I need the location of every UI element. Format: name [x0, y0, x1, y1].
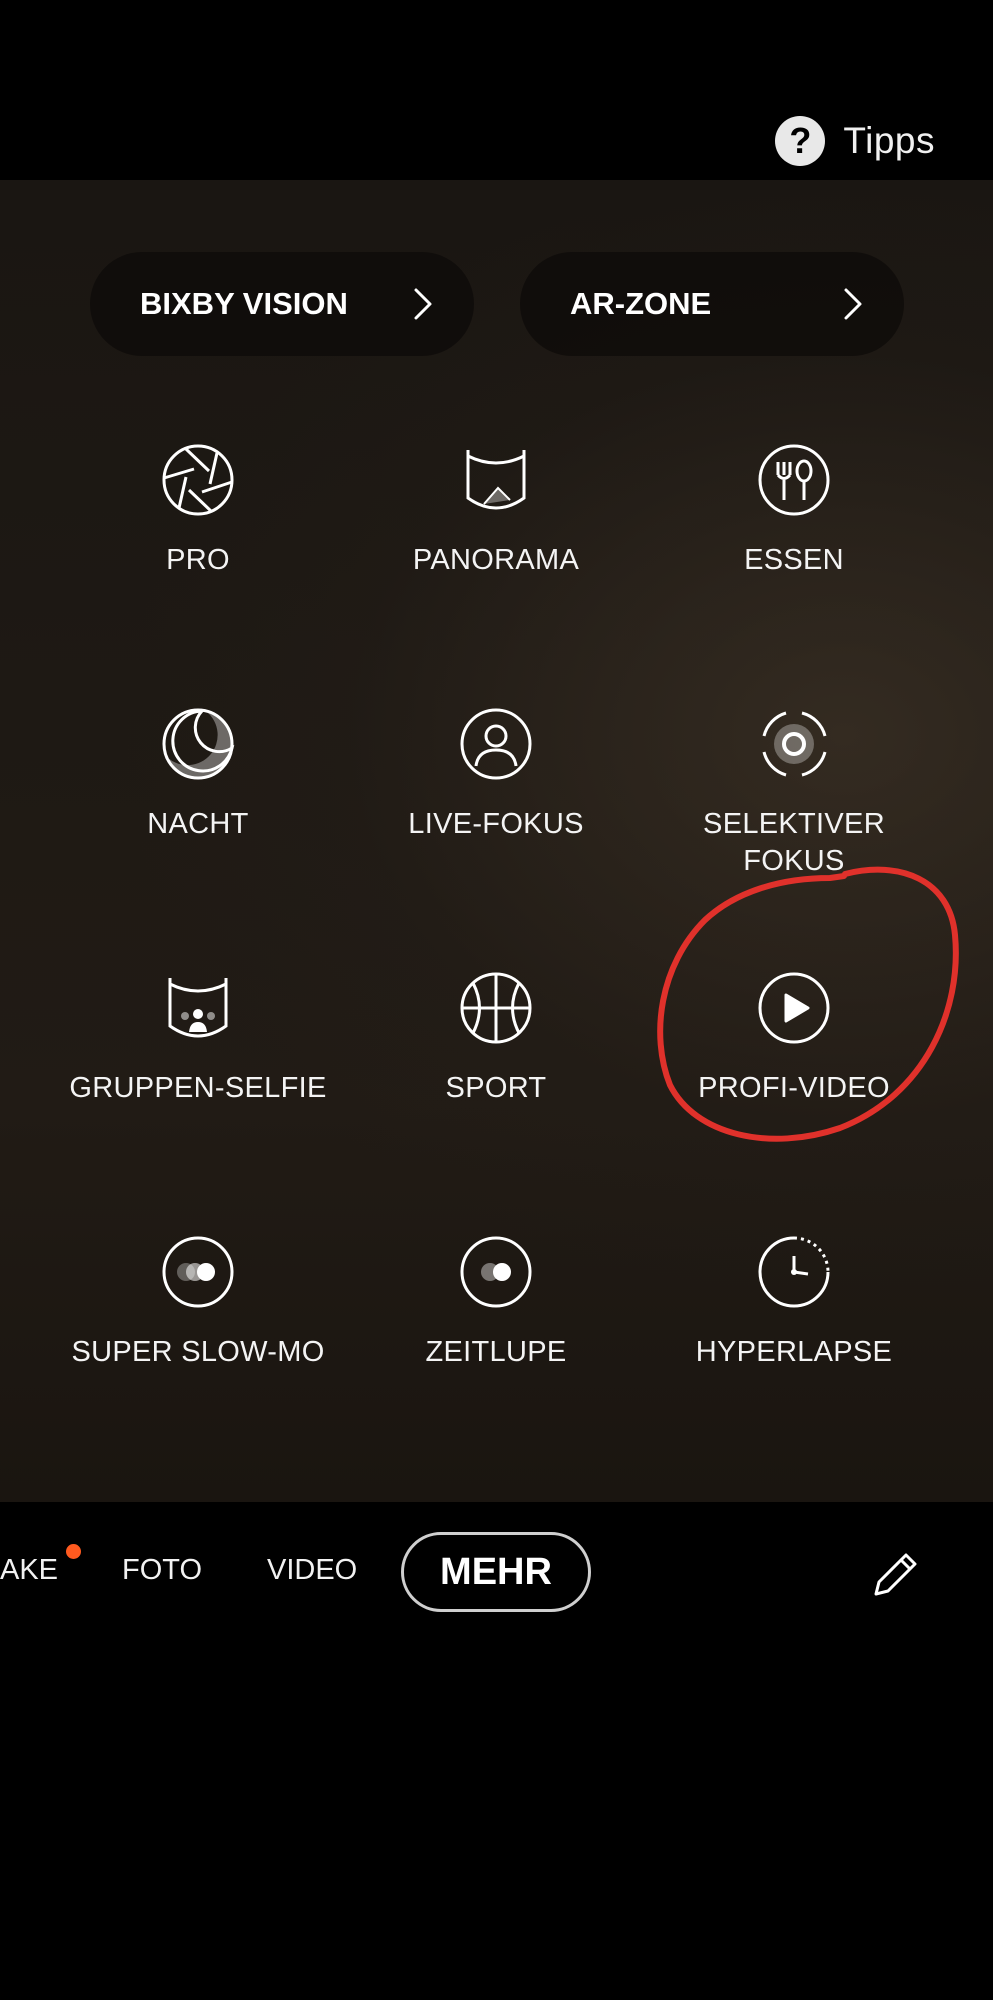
mode-label: SPORT	[445, 1072, 547, 1104]
mode-label: ESSEN	[744, 544, 844, 576]
moon-icon	[160, 706, 236, 782]
tips-button[interactable]: ? Tipps	[775, 112, 935, 170]
help-circle-icon: ?	[775, 116, 826, 166]
mode-nacht[interactable]: NACHT	[33, 706, 363, 843]
slow-mo-icon	[458, 1234, 534, 1310]
mode-label: NACHT	[147, 808, 249, 840]
tab-video[interactable]: VIDEO	[267, 1550, 357, 1590]
bixby-vision-label: BIXBY VISION	[140, 286, 348, 321]
mode-label: GRUPPEN-SELFIE	[69, 1072, 327, 1104]
mode-label: LIVE-FOKUS	[408, 808, 584, 840]
new-badge-dot	[66, 1544, 81, 1559]
top-bar: ? Tipps	[0, 0, 993, 180]
mode-hyperlapse[interactable]: HYPERLAPSE	[629, 1234, 959, 1371]
tab-foto[interactable]: FOTO	[122, 1550, 202, 1590]
fork-spoon-icon	[756, 442, 832, 518]
mode-super-slow-mo[interactable]: SUPER SLOW-MO	[33, 1234, 363, 1371]
pencil-icon	[874, 1553, 917, 1596]
bottom-mode-bar: AKE FOTO VIDEO MEHR	[0, 1502, 993, 2000]
super-slow-mo-icon	[160, 1234, 236, 1310]
panorama-icon	[458, 442, 534, 518]
mode-profi-video[interactable]: PROFI-VIDEO	[629, 970, 959, 1107]
aperture-icon	[160, 442, 236, 518]
mode-pro[interactable]: PRO	[33, 442, 363, 579]
mode-label: PRO	[166, 544, 230, 576]
camera-modes-panel: BIXBY VISION AR-ZONE PRO PANORAMA ESSEN …	[0, 180, 993, 1502]
group-selfie-icon	[160, 970, 236, 1046]
chevron-right-icon	[842, 287, 864, 321]
ar-zone-label: AR-ZONE	[570, 286, 712, 321]
tab-mehr-label: MEHR	[440, 1550, 552, 1593]
mode-sport[interactable]: SPORT	[331, 970, 661, 1107]
tab-mehr[interactable]: MEHR	[401, 1532, 591, 1612]
basketball-icon	[458, 970, 534, 1046]
person-circle-icon	[458, 706, 534, 782]
bixby-vision-button[interactable]: BIXBY VISION	[90, 252, 474, 356]
tips-label: Tipps	[843, 120, 935, 161]
mode-label: SELEKTIVER FOKUS	[703, 808, 885, 877]
chevron-right-icon	[412, 287, 434, 321]
mode-zeitlupe[interactable]: ZEITLUPE	[331, 1234, 661, 1371]
mode-label: PROFI-VIDEO	[698, 1072, 890, 1104]
mode-gruppen-selfie[interactable]: GRUPPEN-SELFIE	[33, 970, 363, 1107]
mode-selektiver-fokus[interactable]: SELEKTIVER FOKUS	[629, 706, 959, 880]
timer-clock-icon	[756, 1234, 832, 1310]
mode-label: SUPER SLOW-MO	[71, 1336, 325, 1368]
mode-label: PANORAMA	[412, 544, 580, 576]
ar-zone-button[interactable]: AR-ZONE	[520, 252, 904, 356]
play-circle-icon	[756, 970, 832, 1046]
mode-live-fokus[interactable]: LIVE-FOKUS	[331, 706, 661, 843]
edit-modes-button[interactable]	[866, 1544, 926, 1604]
mode-panorama[interactable]: PANORAMA	[331, 442, 661, 579]
focus-target-icon	[756, 706, 832, 782]
mode-label: HYPERLAPSE	[695, 1336, 893, 1368]
tab-take[interactable]: AKE	[0, 1550, 58, 1590]
mode-label: ZEITLUPE	[425, 1336, 567, 1368]
mode-essen[interactable]: ESSEN	[629, 442, 959, 579]
